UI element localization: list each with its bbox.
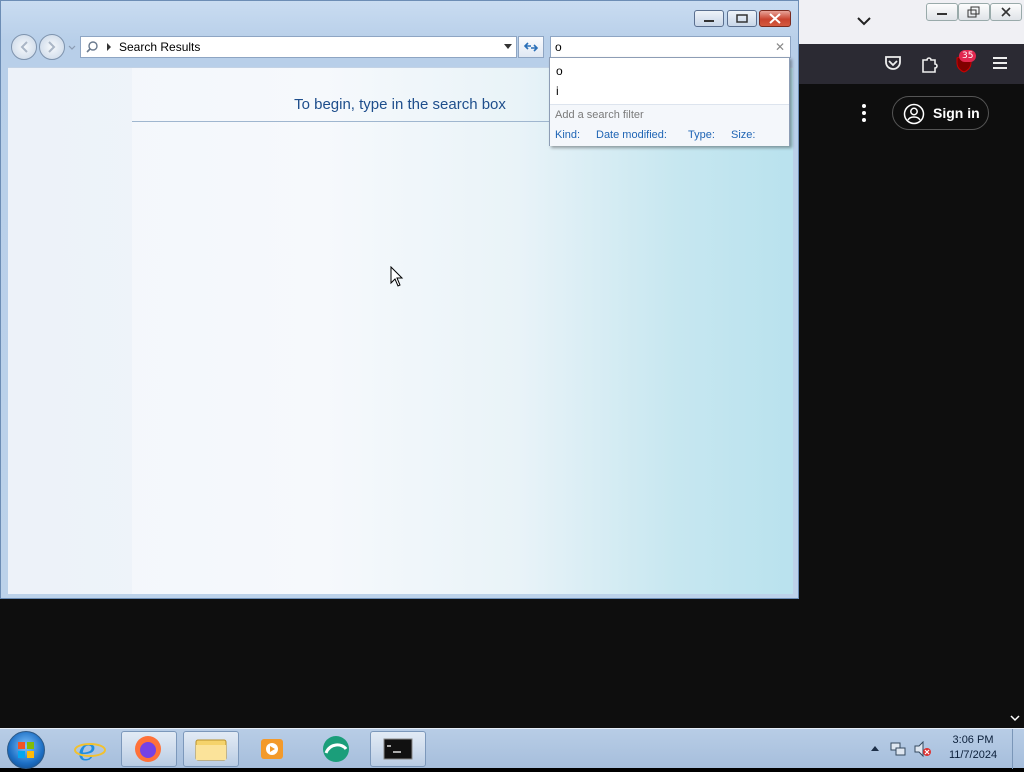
media-player-icon xyxy=(261,739,283,759)
browser-restore-button[interactable] xyxy=(958,3,990,21)
search-filters: Add a search filter Kind: Date modified:… xyxy=(550,104,789,146)
firefox-icon xyxy=(135,736,161,762)
maximize-icon xyxy=(736,14,748,23)
taskbar-file-explorer[interactable] xyxy=(183,731,239,767)
list-all-tabs-icon[interactable] xyxy=(852,8,876,34)
maximize-button[interactable] xyxy=(727,10,757,27)
taskbar: e 3:06 PM 11/7/2024 xyxy=(0,728,1024,769)
mouse-cursor-icon xyxy=(390,266,404,287)
filter-kind[interactable]: Kind: xyxy=(555,129,580,141)
suggestion-item[interactable]: i xyxy=(556,84,559,98)
svg-text:e: e xyxy=(78,733,96,767)
browser-close-button[interactable] xyxy=(990,3,1022,21)
taskbar-browser-app[interactable] xyxy=(308,731,364,767)
close-button[interactable] xyxy=(759,10,791,27)
system-clock[interactable]: 3:06 PM 11/7/2024 xyxy=(942,733,1004,763)
filter-size[interactable]: Size: xyxy=(731,129,755,141)
browser-app-icon xyxy=(323,736,349,762)
clear-search-icon[interactable]: ✕ xyxy=(775,40,785,54)
minimize-icon xyxy=(704,20,714,22)
close-icon xyxy=(769,13,781,24)
close-icon xyxy=(1001,7,1011,17)
search-input[interactable] xyxy=(555,39,765,55)
divider xyxy=(132,121,552,122)
results-pane: To begin, type in the search box xyxy=(8,67,793,594)
taskbar-command-prompt[interactable] xyxy=(370,731,426,767)
search-location-icon xyxy=(86,41,98,53)
scroll-down-arrow-icon[interactable] xyxy=(1009,712,1021,724)
back-button[interactable] xyxy=(11,34,37,60)
menu-hamburger-icon[interactable] xyxy=(989,52,1011,74)
network-icon[interactable] xyxy=(890,741,906,757)
minimize-button[interactable] xyxy=(694,10,724,27)
clock-date: 11/7/2024 xyxy=(948,749,998,761)
pocket-icon[interactable] xyxy=(882,52,904,74)
extensions-icon[interactable] xyxy=(918,52,940,74)
start-button[interactable] xyxy=(7,731,45,769)
address-dropdown-icon[interactable] xyxy=(503,43,513,51)
refresh-icon xyxy=(523,42,539,52)
address-bar[interactable]: Search Results xyxy=(80,36,517,58)
suggestion-item[interactable]: o xyxy=(556,64,563,78)
taskbar-media-player[interactable] xyxy=(244,731,300,767)
internet-explorer-icon: e xyxy=(74,733,106,768)
sign-in-label: Sign in xyxy=(933,105,980,121)
forward-button[interactable] xyxy=(39,34,65,60)
breadcrumb-arrow-icon[interactable] xyxy=(105,42,113,52)
back-arrow-icon xyxy=(20,41,28,53)
account-icon xyxy=(903,103,925,125)
folder-icon xyxy=(195,739,227,761)
restore-icon xyxy=(967,6,980,18)
taskbar-firefox[interactable] xyxy=(121,731,177,767)
blocked-count-badge: 35 xyxy=(959,50,977,62)
command-prompt-icon xyxy=(383,738,413,760)
filter-date-modified[interactable]: Date modified: xyxy=(596,129,667,141)
navigation-pane xyxy=(8,68,132,594)
address-text: Search Results xyxy=(119,40,201,54)
refresh-button[interactable] xyxy=(518,36,544,58)
sign-in-button[interactable]: Sign in xyxy=(892,96,989,130)
browser-minimize-button[interactable] xyxy=(926,3,958,21)
taskbar-internet-explorer[interactable]: e xyxy=(62,731,118,768)
forward-arrow-icon xyxy=(48,41,56,53)
filter-title: Add a search filter xyxy=(555,109,644,121)
clock-time: 3:06 PM xyxy=(952,734,994,746)
recent-pages-chevron-icon[interactable] xyxy=(67,43,77,53)
search-box[interactable]: ✕ xyxy=(550,36,791,58)
minimize-icon xyxy=(937,13,947,15)
filter-type[interactable]: Type: xyxy=(688,129,715,141)
windows-logo-icon xyxy=(18,742,34,758)
show-hidden-icons-icon[interactable] xyxy=(870,744,880,752)
more-options-icon[interactable] xyxy=(857,102,871,124)
show-desktop-button[interactable] xyxy=(1012,729,1024,769)
search-suggestions-dropdown: o i Add a search filter Kind: Date modif… xyxy=(549,57,790,146)
volume-muted-icon[interactable] xyxy=(914,741,932,757)
